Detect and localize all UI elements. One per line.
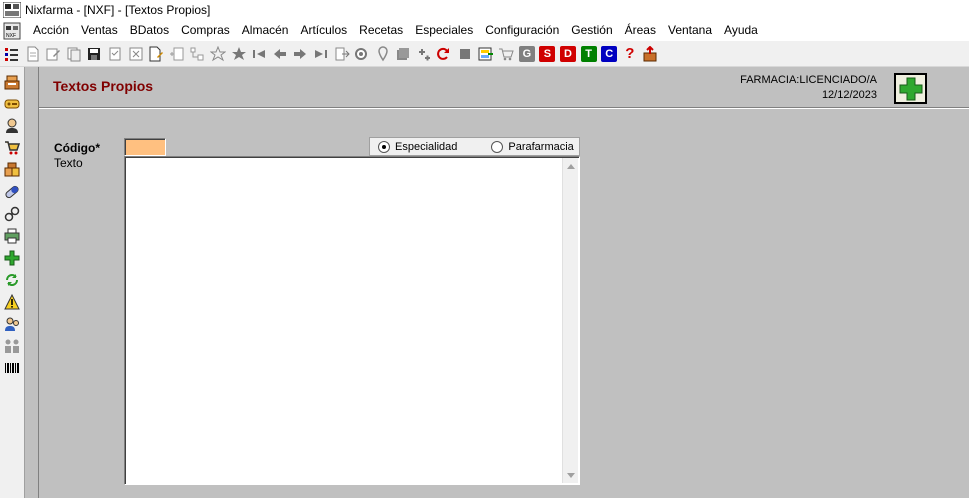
radio-parafarmacia-circle[interactable] [491, 140, 504, 153]
menu-ayuda[interactable]: Ayuda [718, 20, 764, 41]
radio-parafarmacia[interactable]: Parafarmacia [491, 140, 574, 153]
location-pin-icon[interactable] [374, 45, 392, 63]
tag-icon[interactable] [3, 95, 21, 113]
svg-text:NXF: NXF [6, 33, 16, 39]
barcode-icon[interactable] [3, 359, 21, 377]
cash-register-icon[interactable] [3, 73, 21, 91]
users-icon[interactable] [3, 315, 21, 333]
form-title: Textos Propios [53, 78, 154, 94]
menu-ventas[interactable]: Ventas [75, 20, 124, 41]
copy-icon[interactable] [65, 45, 83, 63]
document-icon[interactable] [24, 45, 42, 63]
type-radio-group: Especialidad Parafarmacia [369, 137, 580, 156]
title-bar: Nixfarma - [NXF] - [Textos Propios] [0, 0, 969, 20]
nixfarma-app-icon[interactable] [3, 2, 21, 18]
texto-textarea[interactable] [124, 156, 580, 485]
save-icon[interactable] [85, 45, 103, 63]
texto-scrollbar[interactable] [562, 158, 578, 483]
recycle-icon[interactable] [3, 271, 21, 289]
cart-icon[interactable] [497, 45, 515, 63]
main-toolbar: G S D T C ? [0, 41, 969, 67]
menu-articulos[interactable]: Artículos [294, 20, 353, 41]
stop-icon[interactable] [456, 45, 474, 63]
scroll-up-icon[interactable] [563, 158, 579, 174]
form-window: Textos Propios FARMACIA:LICENCIADO/A 12/… [38, 67, 969, 498]
date-label: 12/12/2023 [821, 89, 877, 101]
scroll-down-icon[interactable] [563, 467, 579, 483]
letter-t-icon[interactable]: T [580, 45, 598, 63]
delete-icon[interactable] [127, 45, 145, 63]
header-separator [39, 107, 969, 109]
person-icon[interactable] [3, 117, 21, 135]
boxes-icon[interactable] [3, 161, 21, 179]
codigo-label: Código* [54, 141, 100, 155]
list-icon[interactable] [3, 45, 21, 63]
radio-especialidad[interactable]: Especialidad [378, 140, 458, 153]
warning-icon[interactable] [3, 293, 21, 311]
pill-icon[interactable] [3, 183, 21, 201]
menu-bdatos[interactable]: BDatos [124, 20, 175, 41]
menu-areas[interactable]: Áreas [619, 20, 662, 41]
menu-recetas[interactable]: Recetas [353, 20, 409, 41]
stack-icon[interactable] [394, 45, 412, 63]
menu-ventana[interactable]: Ventana [662, 20, 718, 41]
radio-especialidad-circle[interactable] [378, 140, 390, 153]
help-icon[interactable]: ? [621, 45, 639, 63]
side-toolbar [0, 67, 25, 498]
arrow-right-icon[interactable] [291, 45, 309, 63]
codigo-input[interactable] [124, 138, 166, 156]
prescription-icon[interactable] [3, 205, 21, 223]
menu-especiales[interactable]: Especiales [409, 20, 479, 41]
letter-g-icon[interactable]: G [518, 45, 536, 63]
home-exit-icon[interactable] [641, 45, 659, 63]
document-edit-icon[interactable] [147, 45, 165, 63]
add-button[interactable] [894, 73, 927, 104]
green-plus-icon[interactable] [3, 249, 21, 267]
radio-especialidad-label: Especialidad [395, 140, 458, 153]
star-icon[interactable] [230, 45, 248, 63]
menu-compras[interactable]: Compras [175, 20, 236, 41]
last-record-icon[interactable] [312, 45, 330, 63]
letter-s-icon[interactable]: S [538, 45, 556, 63]
menu-bar: NXF Acción Ventas BDatos Compras Almacén… [0, 20, 969, 41]
add-item-icon[interactable] [415, 45, 433, 63]
export-icon[interactable] [333, 45, 351, 63]
checklist-icon[interactable] [106, 45, 124, 63]
insert-row-icon[interactable] [168, 45, 186, 63]
letter-c-icon[interactable]: C [600, 45, 618, 63]
star-outline-icon[interactable] [209, 45, 227, 63]
menu-gestion[interactable]: Gestión [565, 20, 618, 41]
search-binoculars-icon[interactable] [353, 45, 371, 63]
menu-configuracion[interactable]: Configuración [479, 20, 565, 41]
menu-accion[interactable]: Acción [27, 20, 75, 41]
window-title: Nixfarma - [NXF] - [Textos Propios] [25, 3, 211, 17]
group-icon[interactable] [3, 337, 21, 355]
arrow-left-icon[interactable] [271, 45, 289, 63]
refresh-icon[interactable] [435, 45, 453, 63]
tree-icon[interactable] [188, 45, 206, 63]
farmacia-label: FARMACIA:LICENCIADO/A [740, 74, 877, 86]
printer-icon[interactable] [3, 227, 21, 245]
menu-almacen[interactable]: Almacén [236, 20, 295, 41]
shopping-cart-icon[interactable] [3, 139, 21, 157]
letter-d-icon[interactable]: D [559, 45, 577, 63]
green-plus-icon [899, 77, 922, 100]
notes-icon[interactable] [477, 45, 495, 63]
first-record-icon[interactable] [250, 45, 268, 63]
document-icon[interactable]: NXF [3, 22, 21, 40]
texto-label: Texto [54, 156, 83, 170]
edit-icon[interactable] [44, 45, 62, 63]
radio-parafarmacia-label: Parafarmacia [508, 140, 574, 153]
